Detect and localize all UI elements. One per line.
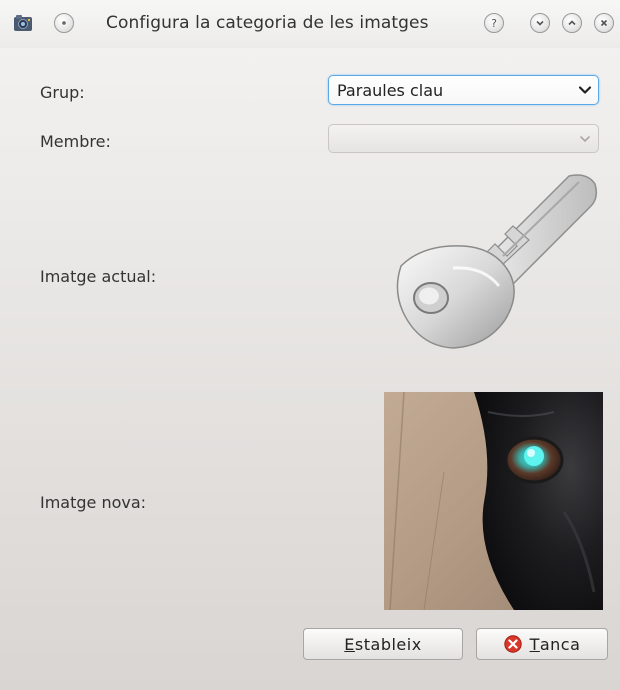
chevron-down-icon <box>572 135 598 143</box>
close-icon[interactable] <box>594 13 614 33</box>
app-icon[interactable] <box>12 12 34 34</box>
member-combobox[interactable] <box>328 124 599 153</box>
close-button[interactable]: Tanca <box>476 628 608 660</box>
set-button-label: stableix <box>354 634 422 654</box>
set-button-mnemonic: E <box>344 634 355 654</box>
help-icon[interactable]: ? <box>484 13 504 33</box>
maximize-icon[interactable] <box>562 13 582 33</box>
close-button-label: anca <box>539 634 581 654</box>
group-label: Grup: <box>40 83 85 102</box>
close-button-mnemonic: T <box>529 634 540 654</box>
sticky-icon[interactable] <box>54 13 74 33</box>
window-title: Configura la categoria de les imatges <box>106 13 429 33</box>
group-combobox[interactable]: Paraules clau <box>328 75 599 105</box>
current-image-label: Imatge actual: <box>40 267 157 286</box>
title-bar: Configura la categoria de les imatges ? <box>0 0 620 48</box>
member-label: Membre: <box>40 132 111 151</box>
chevron-down-icon <box>572 85 598 95</box>
new-image-label: Imatge nova: <box>40 493 147 512</box>
set-button[interactable]: Estableix <box>303 628 463 660</box>
group-combobox-value: Paraules clau <box>337 80 444 100</box>
new-image-preview[interactable] <box>384 392 603 610</box>
minimize-icon[interactable] <box>530 13 550 33</box>
cancel-icon <box>503 635 522 653</box>
dialog-window: Configura la categoria de les imatges ? … <box>0 0 620 690</box>
key-icon <box>396 174 598 349</box>
help-glyph: ? <box>491 16 497 30</box>
